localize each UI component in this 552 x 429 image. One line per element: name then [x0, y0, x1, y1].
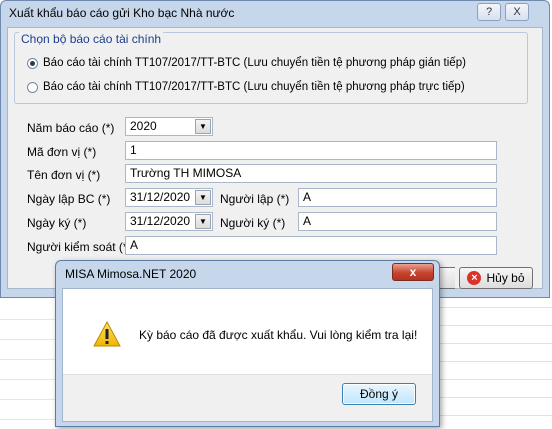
radio-direct[interactable]	[27, 81, 38, 93]
unit-code-label: Mã đơn vị (*)	[27, 145, 97, 159]
radio-option-indirect[interactable]: Báo cáo tài chính TT107/2017/TT-BTC (Lưu…	[27, 55, 466, 71]
unit-code-input[interactable]: 1	[125, 141, 497, 160]
unit-code-value: 1	[130, 143, 137, 157]
year-value: 2020	[130, 119, 157, 133]
dialog-title: Xuất khẩu báo cáo gửi Kho bạc Nhà nước	[9, 6, 235, 20]
ok-button[interactable]: Đồng ý	[342, 383, 416, 405]
cancel-label: Hủy bỏ	[486, 271, 525, 285]
year-label: Năm báo cáo (*)	[27, 121, 115, 135]
message-footer: Đồng ý	[63, 374, 432, 421]
chevron-down-icon[interactable]: ▼	[195, 119, 211, 134]
group-label: Chọn bộ báo cáo tài chính	[19, 32, 164, 46]
close-icon: x	[409, 265, 417, 279]
cancel-icon: ×	[467, 271, 482, 285]
message-text: Kỳ báo cáo đã được xuất khẩu. Vui lòng k…	[139, 328, 418, 342]
signer-value: A	[303, 214, 312, 228]
controller-value: A	[130, 238, 139, 252]
help-icon: ?	[485, 6, 493, 18]
year-combo[interactable]: 2020 ▼	[125, 117, 213, 136]
preparer-label: Người lập (*)	[220, 192, 290, 206]
dialog-body: Chọn bộ báo cáo tài chính Báo cáo tài ch…	[7, 27, 543, 289]
signer-input[interactable]: A	[298, 212, 497, 231]
warning-icon	[93, 321, 121, 347]
report-set-group: Chọn bộ báo cáo tài chính Báo cáo tài ch…	[14, 32, 528, 104]
report-date-value: 31/12/2020	[130, 190, 191, 204]
controller-label: Người kiểm soát (*)	[27, 240, 132, 254]
report-date-picker[interactable]: 31/12/2020 ▼	[125, 188, 213, 207]
unit-name-value: Trường TH MIMOSA	[130, 166, 242, 180]
signer-label: Người ký (*)	[220, 216, 286, 230]
unit-name-input[interactable]: Trường TH MIMOSA	[125, 164, 497, 183]
controller-input[interactable]: A	[125, 236, 497, 255]
chevron-down-icon[interactable]: ▼	[195, 190, 211, 205]
chevron-down-icon[interactable]: ▼	[195, 214, 211, 229]
help-button[interactable]: ?	[477, 3, 501, 21]
export-dialog: Xuất khẩu báo cáo gửi Kho bạc Nhà nước ?…	[0, 0, 550, 298]
unit-name-label: Tên đơn vị (*)	[27, 168, 101, 182]
preparer-input[interactable]: A	[298, 188, 497, 207]
background-grid-right	[440, 290, 552, 429]
radio-option-direct[interactable]: Báo cáo tài chính TT107/2017/TT-BTC (Lưu…	[27, 79, 465, 95]
cancel-button[interactable]: × Hủy bỏ	[459, 267, 533, 289]
sign-date-value: 31/12/2020	[130, 214, 191, 228]
sign-date-picker[interactable]: 31/12/2020 ▼	[125, 212, 213, 231]
message-title: MISA Mimosa.NET 2020	[65, 267, 197, 281]
preparer-value: A	[303, 190, 312, 204]
message-close-button[interactable]: x	[392, 263, 434, 281]
report-date-label: Ngày lập BC (*)	[27, 192, 111, 206]
sign-date-label: Ngày ký (*)	[27, 216, 87, 230]
radio-direct-label: Báo cáo tài chính TT107/2017/TT-BTC (Lưu…	[43, 81, 465, 93]
radio-indirect[interactable]	[27, 57, 38, 69]
message-box: MISA Mimosa.NET 2020 x Kỳ báo cáo đã đượ…	[55, 260, 440, 427]
radio-indirect-label: Báo cáo tài chính TT107/2017/TT-BTC (Lưu…	[43, 57, 466, 69]
ok-label: Đồng ý	[359, 387, 399, 401]
message-body: Kỳ báo cáo đã được xuất khẩu. Vui lòng k…	[62, 288, 433, 422]
close-icon: X	[513, 6, 521, 18]
dialog-close-button[interactable]: X	[505, 3, 529, 21]
